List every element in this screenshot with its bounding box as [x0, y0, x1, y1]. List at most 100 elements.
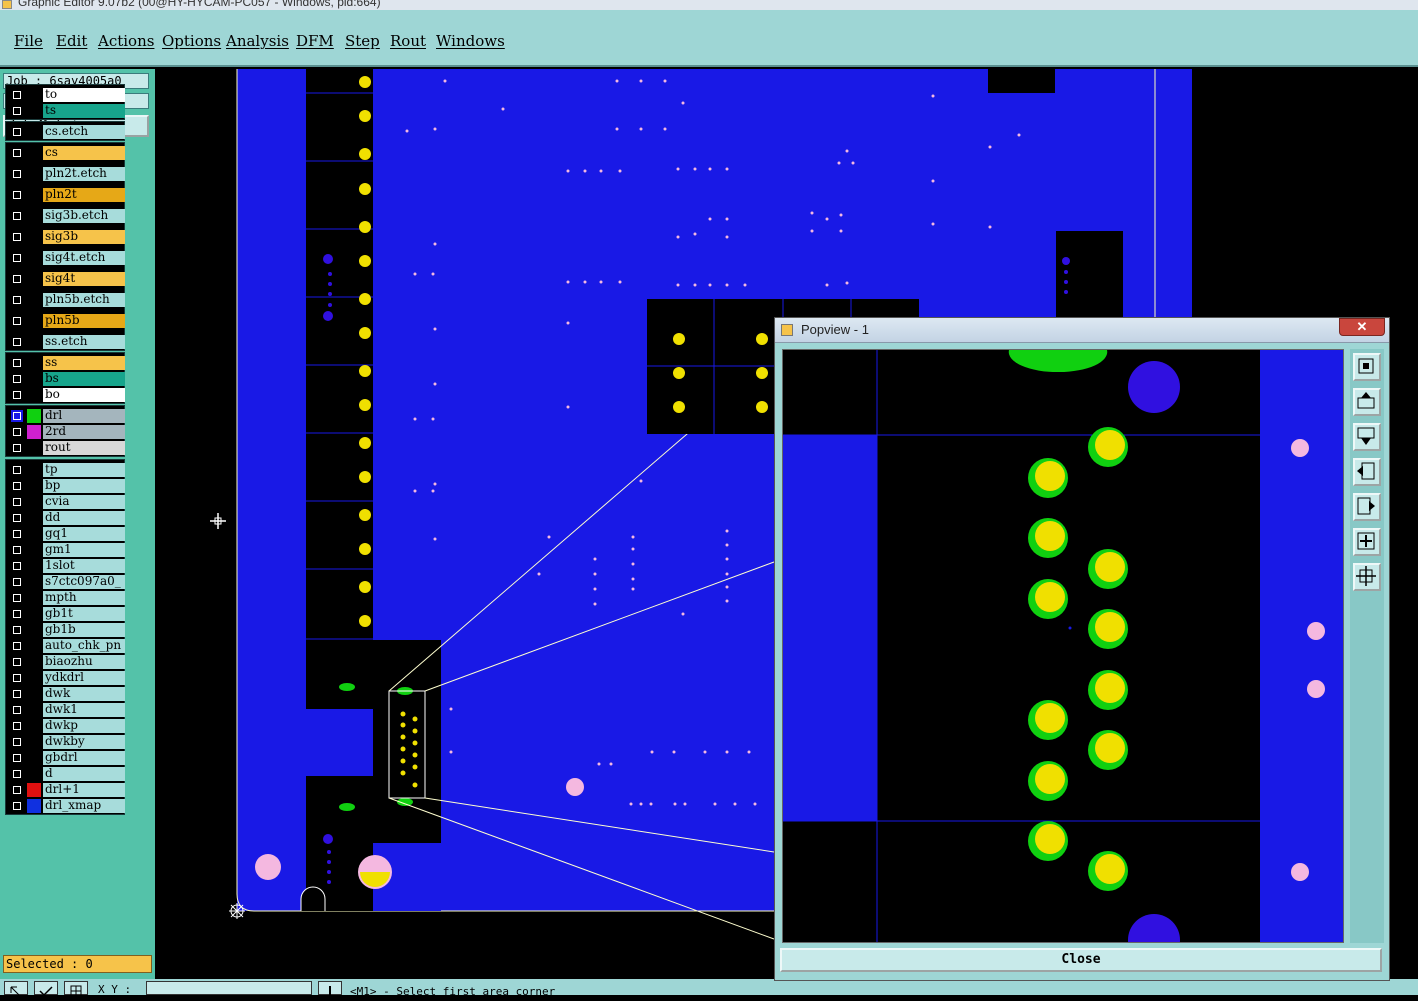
layer-name[interactable]: pln2t	[43, 188, 125, 202]
layer-checkbox[interactable]	[11, 768, 23, 780]
layer-row-auto_chk_pn[interactable]: auto_chk_pn	[9, 639, 125, 653]
layer-row-d[interactable]: d	[9, 767, 125, 781]
popview-tool-button-6[interactable]	[1353, 563, 1381, 591]
layer-row-dwk1[interactable]: dwk1	[9, 703, 125, 717]
layer-name[interactable]: gb1b	[43, 623, 125, 637]
layer-row-tp[interactable]: tp	[9, 463, 125, 477]
layer-name[interactable]: dwkby	[43, 735, 125, 749]
layer-row-sig4t[interactable]: sig4t	[9, 272, 125, 286]
layer-name[interactable]: ts	[43, 104, 125, 118]
layer-name[interactable]: ss	[43, 356, 125, 370]
layer-name[interactable]: cs.etch	[43, 125, 125, 139]
layer-checkbox[interactable]	[11, 528, 23, 540]
layer-name[interactable]: gbdrl	[43, 751, 125, 765]
layer-row-drl_xmap[interactable]: drl_xmap	[9, 799, 125, 813]
layer-row-gq1[interactable]: gq1	[9, 527, 125, 541]
layer-row-pln2t.etch[interactable]: pln2t.etch	[9, 167, 125, 181]
layer-checkbox[interactable]	[11, 480, 23, 492]
layer-name[interactable]: d	[43, 767, 125, 781]
layer-checkbox[interactable]	[11, 800, 23, 812]
layer-checkbox[interactable]	[11, 442, 23, 454]
layer-checkbox[interactable]	[11, 273, 23, 285]
popview-tool-button-5[interactable]	[1353, 528, 1381, 556]
popview-tool-button-3[interactable]	[1353, 458, 1381, 486]
layer-row-sig3b[interactable]: sig3b	[9, 230, 125, 244]
layer-checkbox[interactable]	[11, 736, 23, 748]
layer-row-to[interactable]: to	[9, 88, 125, 102]
layer-name[interactable]: gm1	[43, 543, 125, 557]
popview-close-x-button[interactable]: ✕	[1339, 318, 1385, 336]
layer-row-gm1[interactable]: gm1	[9, 543, 125, 557]
layer-name[interactable]: sig3b	[43, 230, 125, 244]
layer-name[interactable]: to	[43, 88, 125, 102]
layer-row-pln5b[interactable]: pln5b	[9, 314, 125, 328]
layer-name[interactable]: mpth	[43, 591, 125, 605]
layer-row-1slot[interactable]: 1slot	[9, 559, 125, 573]
layer-name[interactable]: drl+1	[43, 783, 125, 797]
popview-tool-button-2[interactable]	[1353, 423, 1381, 451]
layer-checkbox[interactable]	[11, 576, 23, 588]
layer-checkbox[interactable]	[11, 373, 23, 385]
layer-name[interactable]: gq1	[43, 527, 125, 541]
layer-checkbox[interactable]	[11, 608, 23, 620]
layer-checkbox[interactable]	[11, 672, 23, 684]
menu-rout[interactable]: Rout	[390, 32, 426, 50]
layer-name[interactable]: drl	[43, 409, 125, 423]
layer-checkbox[interactable]	[11, 640, 23, 652]
menu-windows[interactable]: Windows	[436, 32, 505, 50]
layer-name[interactable]: auto_chk_pn	[43, 639, 125, 653]
popview-tool-button-4[interactable]	[1353, 493, 1381, 521]
layer-checkbox[interactable]	[11, 210, 23, 222]
layer-row-cs.etch[interactable]: cs.etch	[9, 125, 125, 139]
popview-canvas[interactable]	[782, 349, 1344, 943]
layer-name[interactable]: dwk	[43, 687, 125, 701]
layer-row-2rd[interactable]: 2rd	[9, 425, 125, 439]
layer-checkbox[interactable]	[11, 189, 23, 201]
layer-row-sig3b.etch[interactable]: sig3b.etch	[9, 209, 125, 223]
layer-name[interactable]: 2rd	[43, 425, 125, 439]
layer-row-ydkdrl[interactable]: ydkdrl	[9, 671, 125, 685]
layer-checkbox[interactable]	[11, 426, 23, 438]
layer-name[interactable]: bo	[43, 388, 125, 402]
layer-name[interactable]: tp	[43, 463, 125, 477]
layer-row-bs[interactable]: bs	[9, 372, 125, 386]
layer-name[interactable]: dwk1	[43, 703, 125, 717]
popview-tool-button-1[interactable]	[1353, 388, 1381, 416]
layer-name[interactable]: bp	[43, 479, 125, 493]
menu-file[interactable]: File	[14, 32, 43, 50]
menu-edit[interactable]: Edit	[56, 32, 87, 50]
layer-checkbox[interactable]	[11, 704, 23, 716]
layer-checkbox[interactable]	[11, 624, 23, 636]
layer-checkbox[interactable]	[11, 410, 23, 422]
layer-row-drl[interactable]: drl	[9, 409, 125, 423]
popview-title-bar[interactable]: Popview - 1 ✕	[775, 318, 1389, 343]
layer-checkbox[interactable]	[11, 496, 23, 508]
layer-name[interactable]: bs	[43, 372, 125, 386]
layer-name[interactable]: biaozhu	[43, 655, 125, 669]
layer-name[interactable]: drl_xmap	[43, 799, 125, 813]
popview-close-button[interactable]: Close	[780, 948, 1382, 972]
layer-row-ss[interactable]: ss	[9, 356, 125, 370]
layer-checkbox[interactable]	[11, 294, 23, 306]
menu-actions[interactable]: Actions	[98, 32, 154, 50]
layer-checkbox[interactable]	[11, 720, 23, 732]
layer-checkbox[interactable]	[11, 592, 23, 604]
popview-tool-button-0[interactable]	[1353, 353, 1381, 381]
layer-row-dwkby[interactable]: dwkby	[9, 735, 125, 749]
layer-row-bo[interactable]: bo	[9, 388, 125, 402]
menu-options[interactable]: Options	[162, 32, 221, 50]
layer-row-pln5b.etch[interactable]: pln5b.etch	[9, 293, 125, 307]
select-arrow-button[interactable]	[4, 981, 28, 996]
layer-checkbox[interactable]	[11, 464, 23, 476]
layer-row-dd[interactable]: dd	[9, 511, 125, 525]
layer-name[interactable]: cvia	[43, 495, 125, 509]
layer-checkbox[interactable]	[11, 126, 23, 138]
layer-name[interactable]: sig4t	[43, 272, 125, 286]
command-input[interactable]	[146, 981, 312, 995]
layer-name[interactable]: ydkdrl	[43, 671, 125, 685]
layer-checkbox[interactable]	[11, 752, 23, 764]
layer-checkbox[interactable]	[11, 252, 23, 264]
layer-checkbox[interactable]	[11, 357, 23, 369]
layer-checkbox[interactable]	[11, 147, 23, 159]
menu-step[interactable]: Step	[345, 32, 380, 50]
